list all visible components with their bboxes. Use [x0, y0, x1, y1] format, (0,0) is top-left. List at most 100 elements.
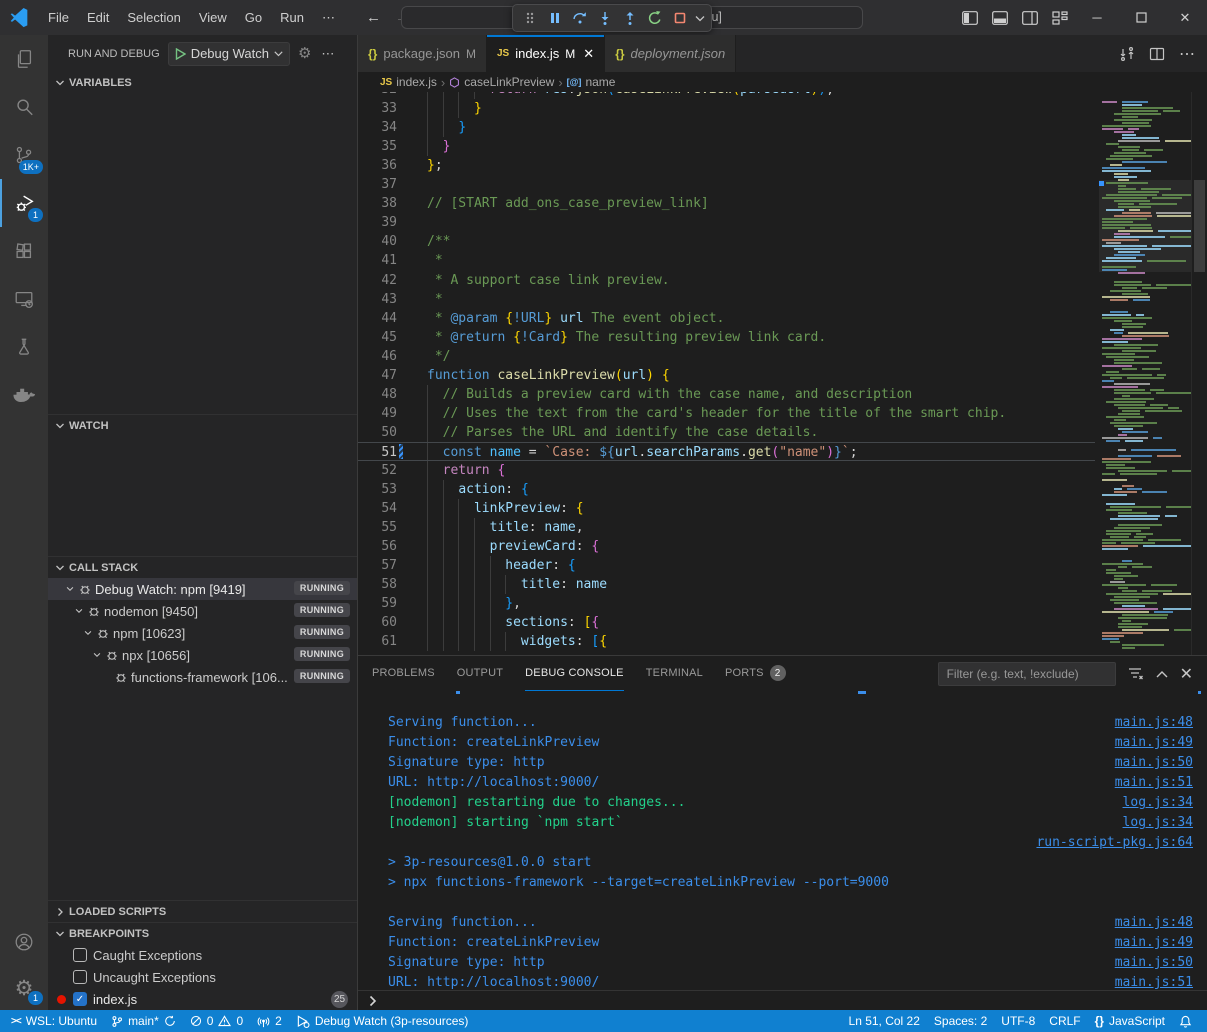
console-source-link[interactable]: main.js:48	[1115, 713, 1193, 733]
console-source-link[interactable]: main.js:49	[1115, 733, 1193, 753]
code-line-61[interactable]: 61 widgets: [{	[358, 632, 1095, 651]
breakpoint-checkbox[interactable]	[73, 948, 87, 962]
call-stack-row[interactable]: nodemon [9450] RUNNING	[48, 600, 357, 622]
code-line-46[interactable]: 46 */	[358, 347, 1095, 366]
line-number[interactable]: 56	[358, 537, 397, 556]
menu-view[interactable]: View	[190, 5, 236, 30]
section-breakpoints[interactable]: BREAKPOINTS	[48, 922, 357, 944]
code-line-45[interactable]: 45 * @return {!Card} The resulting previ…	[358, 328, 1095, 347]
step-over-icon[interactable]	[567, 6, 592, 30]
start-debug-icon[interactable]	[175, 48, 186, 60]
minimize-icon[interactable]: ─	[1075, 0, 1119, 35]
panel-tab-debug-console[interactable]: DEBUG CONSOLE	[525, 656, 624, 691]
line-number[interactable]: 59	[358, 594, 397, 613]
indentation-item[interactable]: Spaces: 2	[927, 1010, 994, 1032]
notifications-bell-icon[interactable]	[1172, 1010, 1199, 1032]
git-branch-item[interactable]: main*	[104, 1010, 183, 1032]
console-source-link[interactable]: run-script-pkg.js:64	[1036, 833, 1193, 853]
nav-back-icon[interactable]: ←	[366, 9, 381, 26]
code-line-39[interactable]: 39	[358, 213, 1095, 232]
code-line-51[interactable]: 51 const name = `Case: ${url.searchParam…	[358, 442, 1095, 461]
console-source-link[interactable]: main.js:50	[1115, 753, 1193, 773]
source-control-icon[interactable]: 1K+	[0, 131, 48, 179]
line-number[interactable]: 50	[358, 423, 397, 442]
maximize-icon[interactable]	[1119, 0, 1163, 35]
split-editor-icon[interactable]	[1149, 46, 1165, 62]
panel-tab-output[interactable]: OUTPUT	[457, 656, 503, 691]
call-stack-row[interactable]: functions-framework [106... RUNNING	[48, 666, 357, 688]
extensions-icon[interactable]	[0, 227, 48, 275]
settings-gear-icon[interactable]: ⚙ 1	[0, 966, 48, 1010]
chevron-down-icon[interactable]	[74, 606, 84, 616]
line-number[interactable]: 39	[358, 213, 397, 232]
console-source-link[interactable]: main.js:51	[1115, 973, 1193, 990]
maximize-panel-icon[interactable]	[1156, 670, 1168, 678]
eol-item[interactable]: CRLF	[1042, 1010, 1087, 1032]
code-line-59[interactable]: 59 },	[358, 594, 1095, 613]
chevron-down-icon[interactable]	[83, 628, 93, 638]
editor-more-actions-icon[interactable]: ⋯	[1179, 44, 1195, 64]
toggle-sidebar-icon[interactable]	[955, 0, 985, 35]
breadcrumb-item-caseLinkPreview[interactable]: caseLinkPreview	[449, 75, 554, 89]
code-line-55[interactable]: 55 title: name,	[358, 518, 1095, 537]
menu-selection[interactable]: Selection	[118, 5, 189, 30]
line-number[interactable]: 43	[358, 290, 397, 309]
editor-scrollbar[interactable]	[1191, 92, 1207, 655]
line-number[interactable]: 52	[358, 461, 397, 480]
line-number[interactable]: 37	[358, 175, 397, 194]
testing-icon[interactable]	[0, 323, 48, 371]
line-number[interactable]: 45	[358, 328, 397, 347]
menu-more[interactable]: ⋯	[313, 5, 344, 31]
code-line-41[interactable]: 41 *	[358, 251, 1095, 270]
minimap[interactable]	[1099, 92, 1191, 655]
breakpoint-row[interactable]: Caught Exceptions	[48, 944, 357, 966]
line-number[interactable]: 46	[358, 347, 397, 366]
console-source-link[interactable]: main.js:49	[1115, 933, 1193, 953]
tab-index.js[interactable]: JS index.js M ✕	[487, 35, 605, 72]
restart-icon[interactable]	[642, 6, 667, 30]
debug-config-dropdown[interactable]: Debug Watch	[168, 42, 290, 66]
toolbar-drag-handle[interactable]	[517, 6, 542, 30]
menu-run[interactable]: Run	[271, 5, 313, 30]
line-number[interactable]: 55	[358, 518, 397, 537]
tab-deployment.json[interactable]: {} deployment.json	[605, 35, 736, 72]
code-line-44[interactable]: 44 * @param {!URL} url The event object.	[358, 309, 1095, 328]
chevron-down-icon[interactable]	[92, 650, 102, 660]
debug-session-chevron-icon[interactable]	[692, 6, 707, 30]
section-loaded-scripts[interactable]: LOADED SCRIPTS	[48, 900, 357, 922]
panel-tab-terminal[interactable]: TERMINAL	[646, 656, 703, 691]
sidebar-more-actions-icon[interactable]: ⋯	[321, 46, 334, 62]
section-variables[interactable]: VARIABLES	[48, 72, 357, 94]
code-line-42[interactable]: 42 * A support case link preview.	[358, 271, 1095, 290]
toggle-panel-icon[interactable]	[985, 0, 1015, 35]
toggle-secondary-sidebar-icon[interactable]	[1015, 0, 1045, 35]
code-line-49[interactable]: 49 // Uses the text from the card's head…	[358, 404, 1095, 423]
console-source-link[interactable]: log.js:34	[1123, 813, 1193, 833]
code-line-35[interactable]: 35 }	[358, 137, 1095, 156]
breakpoint-checkbox[interactable]: ✓	[73, 992, 87, 1006]
line-number[interactable]: 40	[358, 232, 397, 251]
console-source-link[interactable]: main.js:50	[1115, 953, 1193, 973]
line-number[interactable]: 51	[358, 443, 397, 460]
breadcrumb-item-name[interactable]: [@]name	[567, 75, 616, 89]
panel-tab-problems[interactable]: PROBLEMS	[372, 656, 435, 691]
close-tab-icon[interactable]: ✕	[583, 46, 594, 62]
line-number[interactable]: 60	[358, 613, 397, 632]
code-line-37[interactable]: 37	[358, 175, 1095, 194]
call-stack-row[interactable]: Debug Watch: npm [9419] RUNNING	[48, 578, 357, 600]
pause-icon[interactable]	[542, 6, 567, 30]
remote-indicator[interactable]: >< WSL: Ubuntu	[4, 1010, 104, 1032]
code-line-53[interactable]: 53 action: {	[358, 480, 1095, 499]
line-number[interactable]: 35	[358, 137, 397, 156]
line-number[interactable]: 32	[358, 92, 397, 99]
section-watch[interactable]: WATCH	[48, 414, 357, 436]
open-changes-icon[interactable]	[1119, 46, 1135, 62]
ports-item[interactable]: 2	[250, 1010, 289, 1032]
console-source-link[interactable]: log.js:34	[1123, 793, 1193, 813]
debug-status-item[interactable]: Debug Watch (3p-resources)	[289, 1010, 476, 1032]
customize-layout-icon[interactable]	[1045, 0, 1075, 35]
breakpoint-row[interactable]: Uncaught Exceptions	[48, 966, 357, 988]
panel-tab-ports[interactable]: PORTS 2	[725, 656, 786, 691]
line-number[interactable]: 54	[358, 499, 397, 518]
language-mode-item[interactable]: {}JavaScript	[1088, 1010, 1172, 1032]
